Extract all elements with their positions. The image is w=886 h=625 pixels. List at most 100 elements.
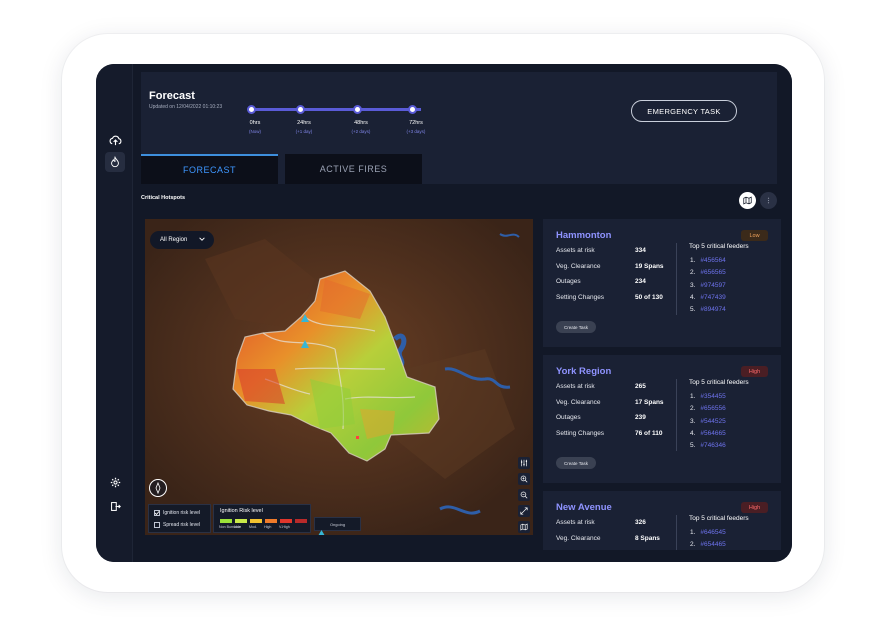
zoom-out-button[interactable]	[518, 489, 530, 501]
metric-label: Veg. Clearance	[556, 398, 601, 406]
settings-gear-icon[interactable]	[105, 472, 125, 492]
feeders-title: Top 5 critical feeders	[689, 515, 749, 522]
zoom-in-button[interactable]	[518, 473, 530, 485]
create-task-button[interactable]: Create Task	[556, 321, 596, 333]
feeder-item[interactable]: 3. #974597	[690, 282, 726, 289]
feeder-id[interactable]: #646545	[700, 529, 725, 536]
metric-label: Assets at risk	[556, 519, 595, 526]
map-layers-button[interactable]	[518, 521, 530, 533]
spread-risk-label: Spread risk level	[163, 522, 200, 528]
feeder-item[interactable]: 5. #894974	[690, 306, 726, 313]
risk-badge: High	[741, 502, 768, 513]
region-dropdown-label: All Region	[160, 237, 188, 243]
hotspot-card-list: Hammonton Low Assets at risk 334 Veg. Cleara…	[543, 219, 781, 550]
metric-value: 265	[635, 383, 646, 390]
timeline-sub-2: (+2 days)	[351, 129, 371, 134]
card-divider	[676, 379, 677, 451]
feeder-item[interactable]: 3. #544525	[690, 418, 726, 425]
hotspot-card: Hammonton Low Assets at risk 334 Veg. Cleara…	[543, 219, 781, 347]
forecast-timeline	[247, 105, 421, 114]
region-dropdown[interactable]: All Region	[150, 231, 214, 249]
map-filter-button[interactable]	[518, 457, 530, 469]
region-name[interactable]: Hammonton	[556, 230, 611, 241]
fullscreen-button[interactable]	[518, 505, 530, 517]
feeder-id[interactable]: #564665	[700, 430, 725, 437]
feeder-id[interactable]: #654465	[700, 541, 725, 548]
timeline-sub-1: (+1 day)	[295, 129, 313, 134]
spread-risk-checkbox[interactable]	[154, 522, 160, 528]
feeder-id[interactable]: #656556	[700, 405, 725, 412]
metric-value: 76 of 110	[635, 429, 663, 437]
timeline-node-0[interactable]	[247, 105, 256, 114]
metric-value: 334	[635, 247, 646, 254]
feeder-item[interactable]: 2. #656565	[690, 269, 726, 276]
feeder-item[interactable]: 2. #654465	[690, 541, 726, 548]
feeders-title: Top 5 critical feeders	[689, 379, 749, 386]
metric-label: Setting Changes	[556, 429, 605, 437]
timeline-label-0: 0hrs	[249, 120, 261, 126]
create-task-button[interactable]: Create Task	[556, 457, 596, 469]
legend-swatch	[235, 519, 247, 523]
chevron-down-icon	[199, 237, 205, 241]
legend-swatch	[265, 519, 277, 523]
zoom-in-icon	[520, 475, 528, 483]
feeder-id[interactable]: #747439	[700, 294, 725, 301]
page-title: Forecast	[149, 90, 195, 102]
cloud-upload-icon[interactable]	[105, 130, 125, 150]
timeline-label-2: 48hrs	[354, 120, 368, 126]
legend-level-label: V-High	[279, 525, 290, 529]
tab-active-fires[interactable]: ACTIVE FIRES	[285, 154, 422, 184]
metric-value: 19 Spans	[635, 262, 664, 270]
fire-risk-icon[interactable]	[105, 152, 125, 172]
compass-icon[interactable]	[149, 479, 167, 497]
feeder-item[interactable]: 4. #747439	[690, 294, 726, 301]
risk-badge: High	[741, 366, 768, 377]
timeline-node-3[interactable]	[408, 105, 417, 114]
timeline-label-3: 72hrs	[409, 120, 423, 126]
map-icon	[743, 196, 752, 205]
legend-swatch	[295, 519, 307, 523]
legend-title: Ignition Risk level	[220, 508, 263, 514]
timeline-sub-0: (Now)	[249, 129, 261, 134]
feeder-id[interactable]: #656565	[700, 269, 725, 276]
legend-level-label: Mod.	[249, 525, 257, 529]
feeder-id[interactable]: #354455	[700, 393, 725, 400]
region-name[interactable]: New Avenue	[556, 502, 612, 513]
feeder-item[interactable]: 1. #354455	[690, 393, 726, 400]
feeder-id[interactable]: #894974	[700, 306, 725, 313]
feeder-id[interactable]: #974597	[700, 282, 725, 289]
section-title: Critical Hotspots	[141, 195, 186, 201]
metric-value: 8 Spans	[635, 534, 660, 542]
feeder-id[interactable]: #544525	[700, 418, 725, 425]
timeline-node-2[interactable]	[353, 105, 362, 114]
feeder-item[interactable]: 4. #564665	[690, 430, 726, 437]
metric-value: 50 of 130	[635, 293, 663, 301]
expand-icon	[520, 507, 528, 515]
card-divider	[676, 515, 677, 550]
region-name[interactable]: York Region	[556, 366, 611, 377]
tab-forecast[interactable]: FORECAST	[141, 154, 278, 184]
metric-label: Assets at risk	[556, 247, 595, 254]
timeline-status: Ongoing	[314, 517, 361, 531]
metric-label: Setting Changes	[556, 293, 605, 301]
list-view-toggle[interactable]	[760, 192, 777, 209]
emergency-task-button[interactable]: EMERGENCY TASK	[631, 100, 737, 122]
timeline-node-1[interactable]	[296, 105, 305, 114]
feeder-item[interactable]: 1. #646545	[690, 529, 726, 536]
feeder-id[interactable]: #456564	[700, 257, 725, 264]
metric-label: Assets at risk	[556, 383, 595, 390]
metric-label: Veg. Clearance	[556, 262, 601, 270]
feeders-title: Top 5 critical feeders	[689, 243, 749, 250]
feeder-item[interactable]: 2. #656556	[690, 405, 726, 412]
logout-icon[interactable]	[105, 496, 125, 516]
ignition-risk-checkbox[interactable]	[154, 510, 160, 516]
metric-value: 234	[635, 278, 646, 285]
layer-toggle-panel: Ignition risk level Spread risk level	[148, 504, 211, 533]
map-icon	[520, 523, 528, 531]
feeder-item[interactable]: 1. #456564	[690, 257, 726, 264]
map-view-toggle[interactable]	[739, 192, 756, 209]
feeder-id[interactable]: #746346	[700, 442, 725, 449]
feeder-item[interactable]: 5. #746346	[690, 442, 726, 449]
legend-swatch	[250, 519, 262, 523]
hotspot-map[interactable]: All Region Ignition risk level Spread ri…	[145, 219, 533, 535]
